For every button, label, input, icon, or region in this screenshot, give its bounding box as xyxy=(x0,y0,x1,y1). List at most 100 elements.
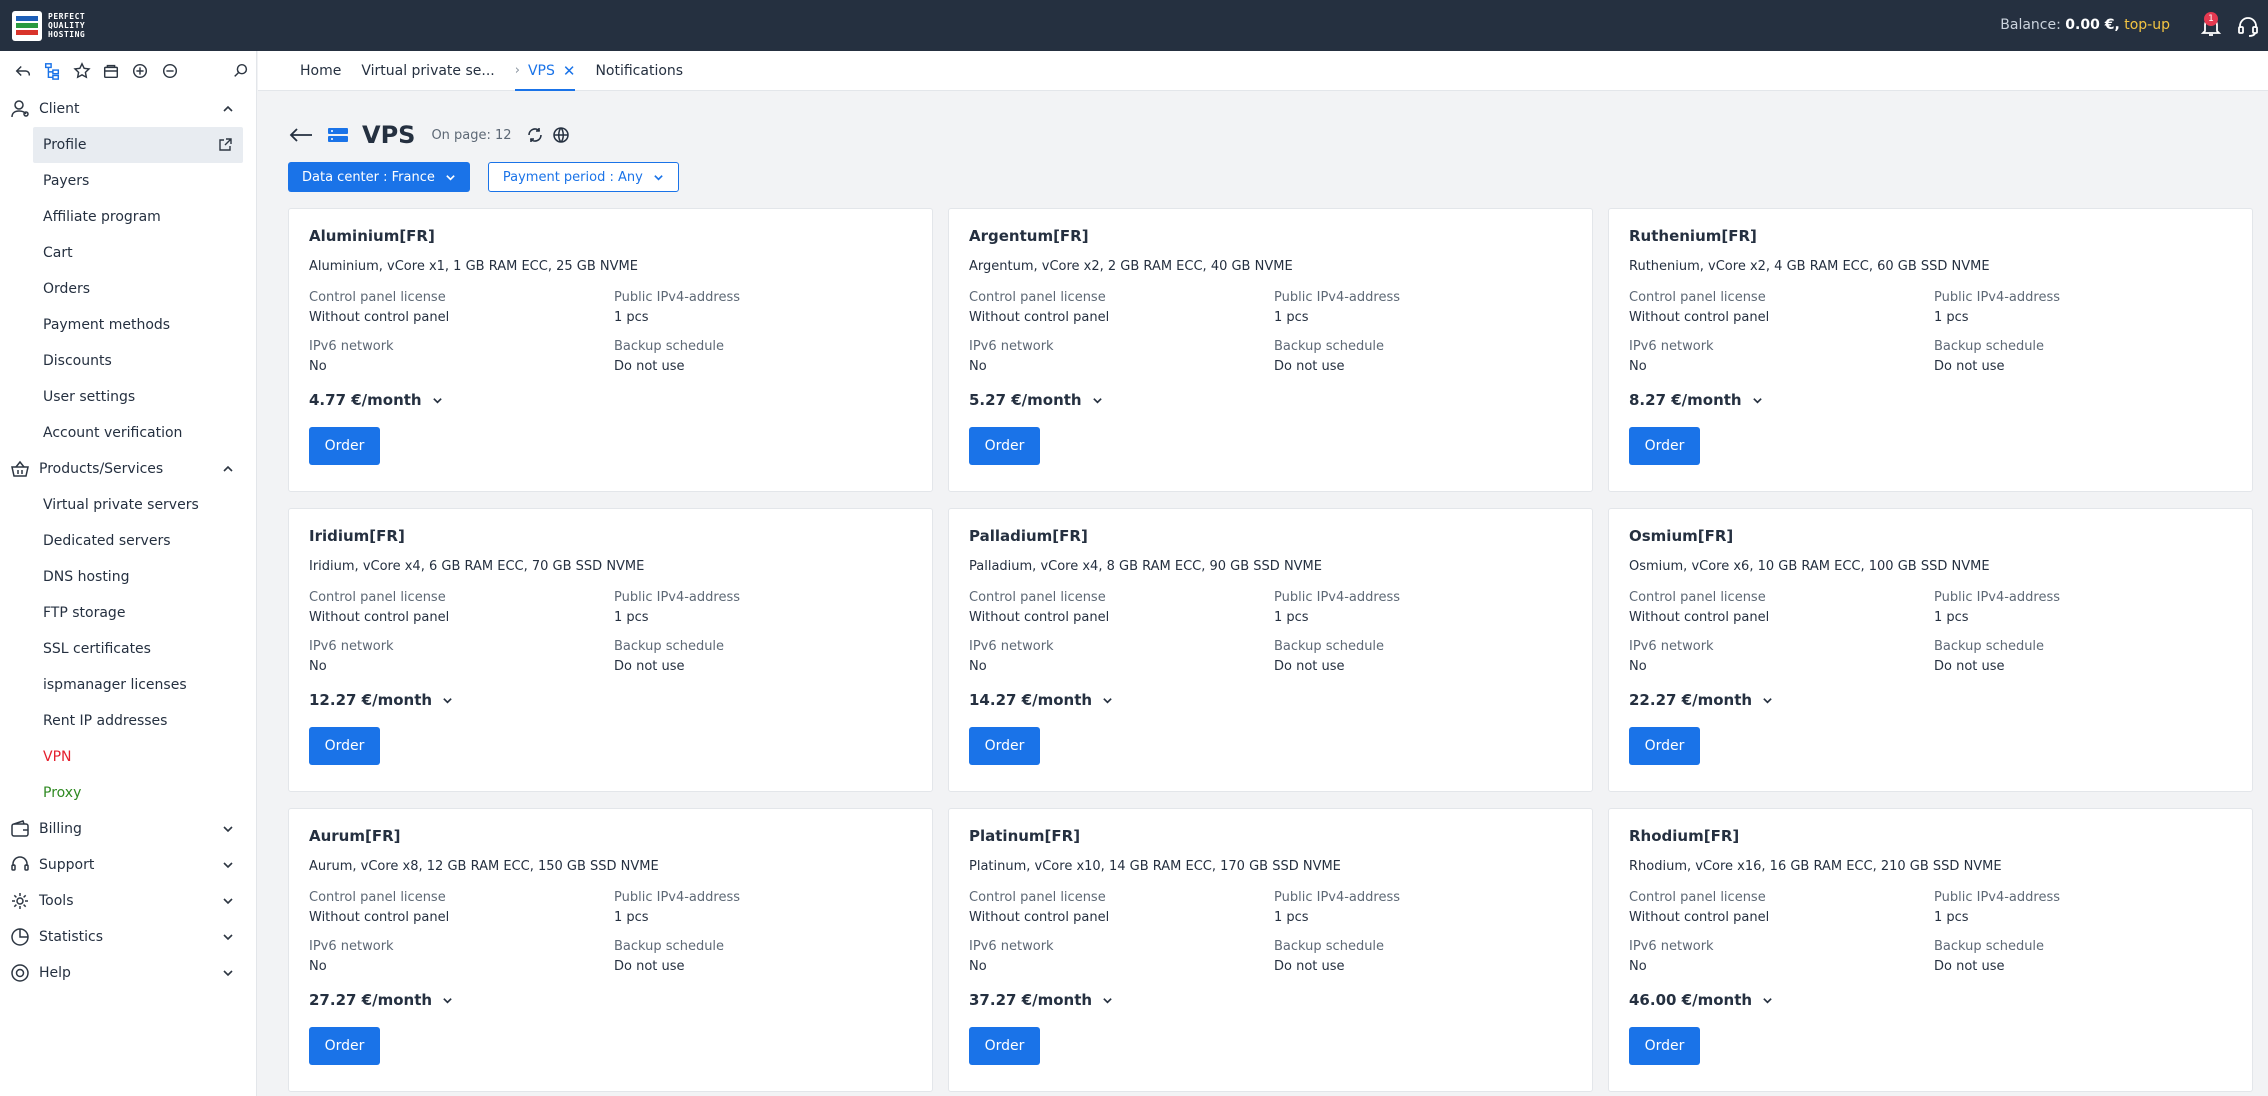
sidebar-item-proxy[interactable]: Proxy xyxy=(0,775,256,811)
sidebar-item-orders[interactable]: Orders xyxy=(0,271,256,307)
sidebar-item-rent-ip[interactable]: Rent IP addresses xyxy=(0,703,256,739)
expand-all-icon[interactable] xyxy=(126,55,155,87)
sidebar-item-account-verification[interactable]: Account verification xyxy=(0,415,256,451)
nav-group-help[interactable]: Help xyxy=(0,955,256,991)
tariff-card: Palladium[FR] Palladium, vCore x4, 8 GB … xyxy=(948,508,1593,792)
tariff-name: Palladium[FR] xyxy=(969,527,1088,545)
backup-label: Backup schedule xyxy=(1934,339,2045,354)
backup-label: Backup schedule xyxy=(1274,639,1385,654)
price-selector[interactable]: 14.27 €/month xyxy=(969,689,1572,711)
price-selector[interactable]: 5.27 €/month xyxy=(969,389,1572,411)
order-button[interactable]: Order xyxy=(969,1027,1040,1065)
price-selector[interactable]: 8.27 €/month xyxy=(1629,389,2232,411)
tariff-specs: Control panel license Without control pa… xyxy=(309,889,912,975)
sidebar-item-cart[interactable]: Cart xyxy=(0,235,256,271)
logo[interactable]: PERFECT QUALITY HOSTING xyxy=(12,10,85,41)
price: 27.27 €/month xyxy=(309,991,433,1009)
price-selector[interactable]: 27.27 €/month xyxy=(309,989,912,1011)
order-button[interactable]: Order xyxy=(309,1027,380,1065)
tariff-description: Ruthenium, vCore x2, 4 GB RAM ECC, 60 GB… xyxy=(1629,259,1990,274)
order-button[interactable]: Order xyxy=(969,427,1040,465)
payment-period-filter-dropdown[interactable]: Payment period : Any xyxy=(487,162,679,192)
order-button[interactable]: Order xyxy=(309,727,380,765)
tariff-description: Osmium, vCore x6, 10 GB RAM ECC, 100 GB … xyxy=(1629,559,1990,574)
tariff-description: Palladium, vCore x4, 8 GB RAM ECC, 90 GB… xyxy=(969,559,1322,574)
sidebar-item-vpn[interactable]: VPN xyxy=(0,739,256,775)
control-panel-label: Control panel license xyxy=(969,290,1106,305)
nav-group-label: Help xyxy=(39,965,71,981)
price-selector[interactable]: 12.27 €/month xyxy=(309,689,912,711)
refresh-icon[interactable] xyxy=(526,126,544,144)
nav-group-support[interactable]: Support xyxy=(0,847,256,883)
support-headset-icon[interactable] xyxy=(2236,14,2260,38)
sidebar-item-affiliate[interactable]: Affiliate program xyxy=(0,199,256,235)
ipv6-label: IPv6 network xyxy=(969,639,1054,654)
sidebar-item-label: Orders xyxy=(43,281,91,297)
sidebar-item-profile[interactable]: Profile xyxy=(33,127,243,163)
sidebar-item-dedicated[interactable]: Dedicated servers xyxy=(0,523,256,559)
sidebar-item-user-settings[interactable]: User settings xyxy=(0,379,256,415)
price-selector[interactable]: 37.27 €/month xyxy=(969,989,1572,1011)
order-button[interactable]: Order xyxy=(309,427,380,465)
collapse-all-icon[interactable] xyxy=(155,55,184,87)
backup-label: Backup schedule xyxy=(1934,939,2045,954)
cart-icon[interactable] xyxy=(96,55,125,87)
nav-group-products[interactable]: Products/Services xyxy=(0,451,256,487)
order-button[interactable]: Order xyxy=(1629,727,1700,765)
sidebar-item-ssl[interactable]: SSL certificates xyxy=(0,631,256,667)
tariff-card: Platinum[FR] Platinum, vCore x10, 14 GB … xyxy=(948,808,1593,1092)
ipv4-label: Public IPv4-address xyxy=(1274,590,1401,605)
tariff-specs: Control panel license Without control pa… xyxy=(309,589,912,675)
control-panel-value: Without control panel xyxy=(1629,610,1770,625)
order-button[interactable]: Order xyxy=(969,727,1040,765)
back-icon[interactable] xyxy=(8,55,37,87)
tab-notifications[interactable]: Notifications xyxy=(585,51,693,91)
sidebar-item-vps[interactable]: Virtual private servers xyxy=(0,487,256,523)
tariff-grid: Aluminium[FR] Aluminium, vCore x1, 1 GB … xyxy=(288,208,2253,1092)
sidebar-item-ftp[interactable]: FTP storage xyxy=(0,595,256,631)
sitemap-icon[interactable] xyxy=(37,55,66,87)
page-title: VPS xyxy=(362,121,416,149)
control-panel-value: Without control panel xyxy=(969,310,1110,325)
sidebar-item-payers[interactable]: Payers xyxy=(0,163,256,199)
sidebar-item-dns[interactable]: DNS hosting xyxy=(0,559,256,595)
tab-vps[interactable]: › VPS ✕ xyxy=(505,51,586,91)
star-icon[interactable] xyxy=(67,55,96,87)
backup-value: Do not use xyxy=(1934,659,2005,674)
price-selector[interactable]: 4.77 €/month xyxy=(309,389,912,411)
tab-home[interactable]: Home xyxy=(290,51,351,91)
ipv6-label: IPv6 network xyxy=(1629,639,1714,654)
chevron-down-icon xyxy=(1092,397,1102,404)
nav-group-tools[interactable]: Tools xyxy=(0,883,256,919)
back-arrow-icon[interactable] xyxy=(288,125,314,145)
ipv4-label: Public IPv4-address xyxy=(1934,890,2061,905)
ipv4-value: 1 pcs xyxy=(1274,310,1309,325)
price-selector[interactable]: 46.00 €/month xyxy=(1629,989,2232,1011)
sidebar-item-discounts[interactable]: Discounts xyxy=(0,343,256,379)
order-button[interactable]: Order xyxy=(1629,1027,1700,1065)
backup-value: Do not use xyxy=(1934,959,2005,974)
search-icon[interactable] xyxy=(227,55,256,87)
sidebar-item-payment-methods[interactable]: Payment methods xyxy=(0,307,256,343)
datacenter-filter-dropdown[interactable]: Data center : France xyxy=(288,162,470,192)
control-panel-label: Control panel license xyxy=(309,290,446,305)
external-link-icon[interactable] xyxy=(217,137,233,153)
chevron-down-icon xyxy=(223,898,233,905)
tab-virtual-private-servers[interactable]: Virtual private se... xyxy=(351,51,504,91)
close-tab-icon[interactable]: ✕ xyxy=(563,62,576,80)
sidebar-item-label: VPN xyxy=(43,749,72,765)
control-panel-value: Without control panel xyxy=(969,910,1110,925)
nav-group-client[interactable]: Client xyxy=(0,91,256,127)
sidebar-item-ispmanager[interactable]: ispmanager licenses xyxy=(0,667,256,703)
globe-settings-icon[interactable] xyxy=(552,126,570,144)
control-panel-value: Without control panel xyxy=(1629,910,1770,925)
price-selector[interactable]: 22.27 €/month xyxy=(1629,689,2232,711)
nav-group-statistics[interactable]: Statistics xyxy=(0,919,256,955)
tariff-description: Aluminium, vCore x1, 1 GB RAM ECC, 25 GB… xyxy=(309,259,638,274)
topup-link[interactable]: top-up xyxy=(2124,17,2170,33)
price: 12.27 €/month xyxy=(309,691,433,709)
sidebar-item-label: SSL certificates xyxy=(43,641,151,657)
chevron-down-icon xyxy=(443,697,452,704)
order-button[interactable]: Order xyxy=(1629,427,1700,465)
nav-group-billing[interactable]: Billing xyxy=(0,811,256,847)
